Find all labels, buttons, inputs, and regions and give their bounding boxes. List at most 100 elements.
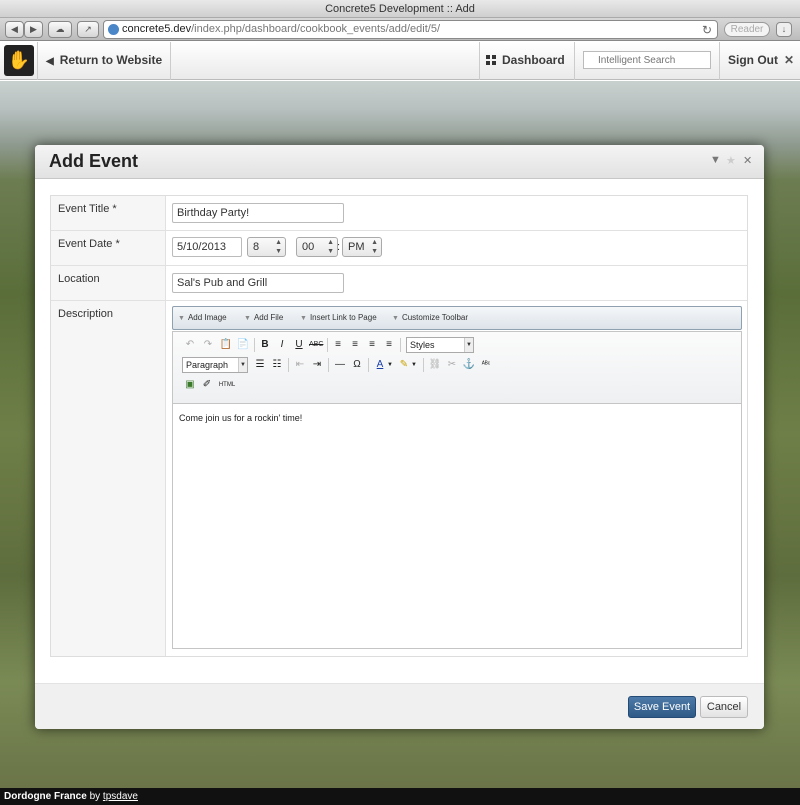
downloads-button[interactable]: ↓ [776,22,792,37]
cancel-button[interactable]: Cancel [700,696,748,718]
concrete5-logo[interactable]: ✋ [4,45,34,76]
editor-content-area[interactable]: Come join us for a rockin' time! [172,403,742,649]
numbered-list-icon[interactable]: ☷ [270,358,284,372]
strikethrough-icon[interactable]: ABC [309,338,323,352]
italic-icon[interactable]: I [275,338,289,352]
location-input[interactable]: Sal's Pub and Grill [172,273,344,293]
site-icon [108,24,119,35]
customize-toolbar-button[interactable]: ▼ Customize Toolbar [392,313,468,322]
close-icon: ✕ [784,53,795,67]
star-icon[interactable]: ★ [726,154,736,167]
editor-toolbar: ↶ ↷ 📋 📄 B I U ABC ≡ ≡ ≡ ≡ Styles ▼ Paragr… [172,331,742,403]
add-file-button[interactable]: ▼ Add File [244,313,283,322]
anchor-icon[interactable]: ⚓ [462,358,476,372]
dashboard-label: Dashboard [502,53,565,67]
event-date-input[interactable]: 5/10/2013 [172,237,242,257]
sign-out-link[interactable]: Sign Out ✕ [728,53,794,67]
add-image-button[interactable]: ▼ Add Image [178,313,227,322]
separator [254,338,255,352]
insert-link-button[interactable]: ▼ Insert Link to Page [300,313,377,322]
separator [423,358,424,372]
redo-icon[interactable]: ↷ [201,338,215,352]
special-character-icon[interactable]: Ω [350,358,364,372]
indent-icon[interactable]: ⇥ [310,358,324,372]
text-color-icon[interactable]: A [373,358,387,372]
styles-label: Styles [410,340,435,350]
back-button[interactable]: ◀ [5,21,24,38]
collapse-icon[interactable]: ▼ [710,154,721,166]
window-title-bar: Concrete5 Development :: Add [0,0,800,18]
label-cell: Description [51,301,166,656]
save-event-button[interactable]: Save Event [628,696,696,718]
unlink-icon[interactable]: ✂ [445,358,459,372]
separator [328,358,329,372]
align-center-icon[interactable]: ≡ [348,338,362,352]
ampm-select[interactable]: PM ▲ ▼ [342,237,382,257]
event-title-input[interactable]: Birthday Party! [172,203,344,223]
add-event-dialog: Add Event ▼ ★ ✕ Event Title * Birthday P… [35,145,764,729]
description-label: Description [58,308,114,320]
label-cell: Event Title * [51,196,166,230]
window-title: Concrete5 Development :: Add [325,3,475,15]
hour-select[interactable]: 8 ▲ ▼ [247,237,286,257]
divider [719,42,720,80]
underline-icon[interactable]: U [292,338,306,352]
forward-button[interactable]: ▶ [24,21,43,38]
paste-word-icon[interactable]: 📄 [236,338,250,352]
location-row: Location Sal's Pub and Grill [51,266,747,301]
paragraph-label: Paragraph [186,360,229,370]
icloud-button[interactable]: ☁ [48,21,72,38]
html-button[interactable]: HTML [217,378,237,392]
insert-link-label: Insert Link to Page [309,313,377,322]
editor-content: Come join us for a rockin' time! [179,413,303,423]
author-link[interactable]: tpsdave [103,791,138,802]
reload-icon[interactable]: ↻ [702,22,712,39]
cleanup-icon[interactable]: ✐ [200,378,214,392]
chevron-down-icon[interactable]: ▼ [410,358,418,372]
align-left-icon[interactable]: ≡ [331,338,345,352]
divider [479,42,480,80]
add-file-label: Add File [253,313,284,322]
chevron-down-icon[interactable]: ▼ [386,358,394,372]
divider [170,42,171,80]
chevron-down-icon: ▼ [238,358,247,372]
divider [37,42,38,80]
triangle-icon: ▼ [300,315,307,322]
paste-icon[interactable]: 📋 [219,338,233,352]
align-right-icon[interactable]: ≡ [365,338,379,352]
paragraph-select[interactable]: Paragraph ▼ [182,357,248,373]
credit-by: by [86,791,103,802]
separator [368,358,369,372]
return-to-website-link[interactable]: ◀ Return to Website [46,53,162,67]
link-icon[interactable]: ⛓ [428,358,442,372]
highlight-color-icon[interactable]: ✎ [397,358,411,372]
triangle-icon: ▼ [244,315,251,322]
dialog-footer: Save Event Cancel [35,683,764,729]
add-image-label: Add Image [187,313,227,322]
styles-select[interactable]: Styles ▼ [406,337,474,353]
separator [327,338,328,352]
spellcheck-icon[interactable]: ᴬᴮᶜ [479,358,493,372]
outdent-icon[interactable]: ⇤ [293,358,307,372]
dashboard-link[interactable]: Dashboard [486,53,565,67]
separator [288,358,289,372]
concrete5-toolbar: ✋ ◀Return to Website Dashboard ⌕ Sign Ou… [0,42,800,80]
align-justify-icon[interactable]: ≡ [382,338,396,352]
label-cell: Event Date * [51,231,166,265]
image-icon[interactable]: ▣ [183,378,197,392]
reader-button[interactable]: Reader [724,22,770,37]
grid-icon [486,55,496,65]
horizontal-rule-icon[interactable]: — [333,358,347,372]
bullet-list-icon[interactable]: ☰ [253,358,267,372]
chevron-down-icon: ▼ [464,338,473,352]
close-icon[interactable]: ✕ [743,154,752,167]
undo-icon[interactable]: ↶ [183,338,197,352]
share-button[interactable]: ↗ [77,21,99,38]
bold-icon[interactable]: B [258,338,272,352]
dialog-title: Add Event [49,151,139,171]
left-arrow-icon: ◀ [46,56,54,67]
intelligent-search-input[interactable] [583,51,711,69]
minute-select[interactable]: 00 ▲ ▼ [296,237,338,257]
signout-label: Sign Out [728,53,778,67]
address-bar[interactable]: concrete5.dev/index.php/dashboard/cookbo… [103,20,718,39]
